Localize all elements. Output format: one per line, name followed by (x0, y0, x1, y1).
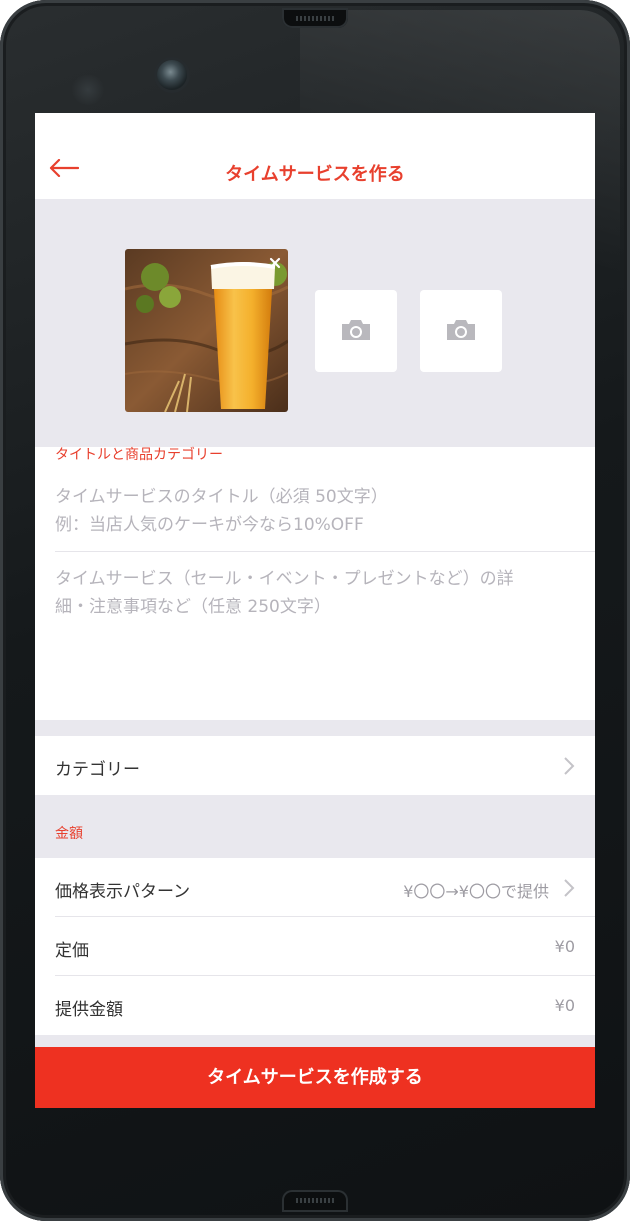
price-pattern-value: ¥〇〇→¥〇〇で提供 (403, 882, 549, 901)
offer-price-value: ¥0 (554, 996, 575, 1015)
chevron-right-icon (564, 757, 575, 775)
description-input[interactable]: タイムサービス（セール・イベント・プレゼントなど）の詳 細・注意事項など（任意 … (55, 565, 585, 621)
beer-glass-photo[interactable] (125, 249, 288, 412)
camera-icon (447, 320, 475, 340)
beer-glass-image (125, 249, 288, 412)
page-title: タイムサービスを作る (225, 164, 405, 185)
description-placeholder-line2: 細・注意事項など（任意 250文字） (55, 597, 331, 617)
photo-upload-area: タイトルと商品カテゴリー (35, 199, 595, 463)
input-divider (55, 551, 595, 552)
close-icon (269, 257, 281, 269)
category-row[interactable]: カテゴリー (35, 736, 595, 795)
add-photo-slot-3[interactable] (420, 290, 502, 372)
price-section-label: 金額 (55, 826, 83, 842)
category-label: カテゴリー (55, 760, 140, 780)
section-gap (35, 720, 595, 736)
app-screen: タイムサービスを作る タイトルと商品カテゴリー タイムサービスのタイトル（必須 … (35, 113, 595, 1108)
proximity-sensor (70, 75, 106, 105)
offer-price-label: 提供金額 (55, 1000, 123, 1020)
title-section-label: タイトルと商品カテゴリー (55, 447, 223, 463)
title-description-inputs: タイムサービスのタイトル（必須 50文字） 例：当店人気のケーキが今なら10%O… (35, 477, 595, 720)
title-input[interactable]: タイムサービスのタイトル（必須 50文字） 例：当店人気のケーキが今なら10%O… (55, 483, 388, 539)
description-placeholder-line1: タイムサービス（セール・イベント・プレゼントなど）の詳 (55, 569, 514, 589)
title-placeholder-line1: タイムサービスのタイトル（必須 50文字） (55, 487, 388, 507)
title-placeholder-line2: 例：当店人気のケーキが今なら10%OFF (55, 515, 364, 535)
add-photo-slot-2[interactable] (315, 290, 397, 372)
front-camera (157, 60, 187, 90)
price-pattern-label: 価格表示パターン (55, 882, 191, 902)
list-price-value: ¥0 (554, 937, 575, 956)
chevron-right-icon (564, 879, 575, 897)
list-price-row[interactable]: 定価 ¥0 (35, 917, 595, 976)
footer-gap (35, 1035, 595, 1047)
remove-photo-button[interactable] (268, 255, 282, 269)
bottom-speaker (282, 1190, 348, 1212)
price-pattern-row[interactable]: 価格表示パターン ¥〇〇→¥〇〇で提供 (35, 858, 595, 917)
earpiece-speaker (282, 8, 348, 28)
camera-icon (342, 320, 370, 340)
list-price-label: 定価 (55, 941, 89, 961)
create-time-service-button[interactable]: タイムサービスを作成する (35, 1047, 595, 1108)
nav-header: タイムサービスを作る (35, 113, 595, 199)
offer-price-row[interactable]: 提供金額 ¥0 (35, 976, 595, 1035)
price-section-header: 金額 (35, 795, 595, 858)
phone-frame: タイムサービスを作る タイトルと商品カテゴリー タイムサービスのタイトル（必須 … (0, 0, 630, 1221)
